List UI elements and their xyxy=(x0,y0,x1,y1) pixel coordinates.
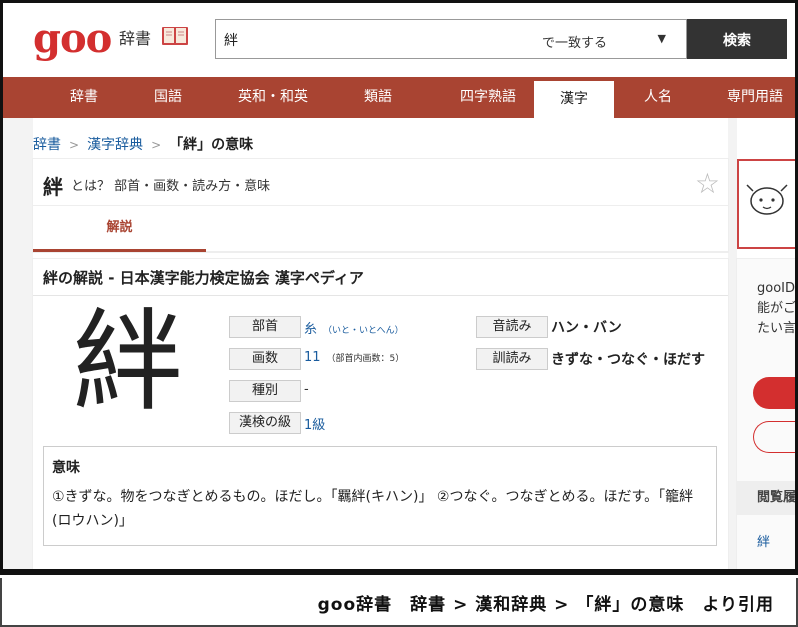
mascot-banner[interactable] xyxy=(737,159,795,249)
kunyomi-value: きずな・つなぐ・ほだす xyxy=(551,352,705,368)
register-button[interactable] xyxy=(753,421,795,453)
breadcrumb: 辞書 > 漢字辞典 > 「絆」の意味 xyxy=(33,134,253,154)
category-nav: 辞書 国語 英和・和英 類語 四字熟語 漢字 人名 専門用語 xyxy=(3,77,795,118)
chevron-right-icon: > xyxy=(151,138,162,152)
onyomi-label: 音読み xyxy=(476,316,548,338)
sidebar-text-line: gooID xyxy=(757,281,796,296)
chevron-right-icon: > xyxy=(69,138,80,152)
kanken-value[interactable]: 1級 xyxy=(304,414,325,433)
section-title: 絆の解説 - 日本漢字能力検定協会 漢字ペディア xyxy=(43,269,364,287)
meaning-heading: 意味 xyxy=(52,460,80,476)
strokes-text[interactable]: 11 xyxy=(304,350,321,365)
sidebar-promo-text: gooID 能がご たい言 xyxy=(757,279,797,339)
radical-label: 部首 xyxy=(229,316,301,338)
citation-text: goo辞書 辞書 > 漢和辞典 > 「絆」の意味 より引用 xyxy=(317,595,774,615)
type-label: 種別 xyxy=(229,380,301,402)
sidebar-text-line: 能がご xyxy=(757,301,797,316)
nav-item-eiwa[interactable]: 英和・和英 xyxy=(225,77,321,118)
breadcrumb-kanji-dictionary[interactable]: 漢字辞典 xyxy=(87,137,143,153)
radical-text[interactable]: 糸 xyxy=(304,322,317,337)
goo-logo[interactable]: goo xyxy=(33,15,112,63)
radical-note: （いと・いとへん） xyxy=(323,326,404,336)
strokes-note: （部首内画数：5） xyxy=(326,354,405,364)
nav-item-senmon[interactable]: 専門用語 xyxy=(707,77,795,118)
meaning-text: ①きずな。物をつなぎとめるもの。ほだし。「羈絆(キハン)」 ②つなぐ。つなぎとめ… xyxy=(52,489,694,529)
browser-frame: goo 辞書 絆 で一致する ▼ 検索 辞書 国語 英和・和英 類語 四字熟語 … xyxy=(0,0,798,575)
radical-value[interactable]: 糸 （いと・いとへん） xyxy=(304,318,404,337)
citation-caption: goo辞書 辞書 > 漢和辞典 > 「絆」の意味 より引用 xyxy=(0,578,798,627)
strokes-label: 画数 xyxy=(229,348,301,370)
history-heading: 閲覧履 xyxy=(737,481,795,515)
page-title-desc: とは？ 部首・画数・読み方・意味 xyxy=(71,179,271,194)
kunyomi-label: 訓読み xyxy=(476,348,548,370)
breadcrumb-jisho[interactable]: 辞書 xyxy=(33,137,61,153)
section-divider xyxy=(33,295,728,296)
nav-item-kanji[interactable]: 漢字 xyxy=(534,81,614,118)
book-icon xyxy=(162,27,188,45)
breadcrumb-current: 「絆」の意味 xyxy=(169,137,254,153)
meaning-box: 意味 ①きずな。物をつなぎとめるもの。ほだし。「羈絆(キハン)」 ②つなぐ。つな… xyxy=(43,446,717,546)
nav-item-jisho[interactable]: 辞書 xyxy=(39,77,129,118)
tab-divider xyxy=(33,205,728,206)
search-input[interactable]: 絆 で一致する ▼ xyxy=(215,19,687,59)
sidebar-card: gooID 能がご たい言 閲覧履 絆 xyxy=(737,259,797,569)
onyomi-value: ハン・バン xyxy=(551,320,622,336)
match-mode-select[interactable]: で一致する ▼ xyxy=(542,32,670,51)
strokes-value[interactable]: 11 （部首内画数：5） xyxy=(304,350,404,365)
search-button[interactable]: 検索 xyxy=(687,19,787,59)
goat-mascot-icon xyxy=(746,184,788,215)
column-gap xyxy=(728,118,737,569)
login-button[interactable] xyxy=(753,377,795,409)
nav-item-jinmei[interactable]: 人名 xyxy=(625,77,691,118)
tab-explanation[interactable]: 解説 xyxy=(33,207,206,252)
type-value: - xyxy=(304,382,309,397)
title-card: 絆 とは？ 部首・画数・読み方・意味 ☆ 解説 xyxy=(33,159,728,252)
search-value[interactable]: 絆 xyxy=(224,30,238,50)
page-title-kanji: 絆 xyxy=(43,175,63,199)
sidebar-text-line: たい言 xyxy=(757,321,797,336)
dropdown-caret-icon: ▼ xyxy=(657,32,666,45)
large-kanji: 絆 xyxy=(73,298,183,426)
star-icon[interactable]: ☆ xyxy=(695,167,720,200)
match-mode-value: で一致する xyxy=(542,36,608,51)
nav-item-ruigo[interactable]: 類語 xyxy=(333,77,423,118)
site-header: goo 辞書 絆 で一致する ▼ 検索 xyxy=(3,3,795,75)
left-gutter xyxy=(3,118,33,569)
entry-card: 絆の解説 - 日本漢字能力検定協会 漢字ペディア 絆 部首 糸 （いと・いとへん）… xyxy=(33,259,728,569)
nav-item-kokugo[interactable]: 国語 xyxy=(123,77,213,118)
nav-item-yojijukugo[interactable]: 四字熟語 xyxy=(433,77,543,118)
history-item[interactable]: 絆 xyxy=(757,531,770,550)
dictionary-label[interactable]: 辞書 xyxy=(119,25,151,49)
kanken-label: 漢検の級 xyxy=(229,412,301,434)
